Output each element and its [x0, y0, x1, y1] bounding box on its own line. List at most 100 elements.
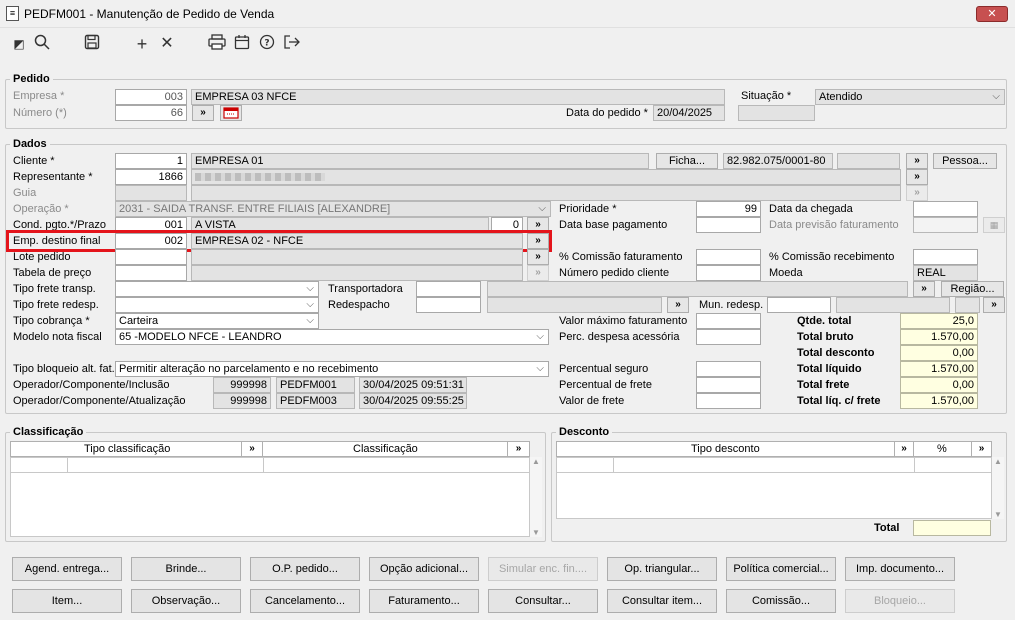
mun-redesp-search-button[interactable]: »	[983, 297, 1005, 313]
mun-redesp-label: Mun. redesp.	[699, 299, 764, 311]
guia-search-button[interactable]: »	[906, 185, 928, 201]
pessoa-button[interactable]: Pessoa...	[933, 153, 997, 169]
search-icon[interactable]	[31, 34, 53, 54]
emp-destino-code-input[interactable]: 002	[115, 233, 187, 249]
data-prev-calendar-button[interactable]: ▦	[983, 217, 1005, 233]
classificacao-col1-more-button[interactable]: »	[241, 441, 263, 457]
add-icon[interactable]: +	[131, 34, 153, 54]
numero-label: Número (*)	[13, 107, 67, 119]
print-icon[interactable]	[206, 34, 228, 54]
op-triangular-button[interactable]: Op. triangular...	[607, 557, 717, 581]
desconto-col1-more-button[interactable]: »	[894, 441, 914, 457]
op-pedido-button[interactable]: O.P. pedido...	[250, 557, 360, 581]
modelo-nf-select[interactable]: 65 -MODELO NFCE - LEANDRO ⌵	[115, 329, 549, 345]
classificacao-scrollbar[interactable]: ▲ ▼	[530, 457, 542, 537]
prioridade-input[interactable]: 99	[696, 201, 761, 217]
desconto-total-field	[913, 520, 991, 536]
observacao-button[interactable]: Observação...	[131, 589, 241, 613]
calendar-button[interactable]	[220, 105, 242, 121]
redespacho-input[interactable]	[416, 297, 481, 313]
numero-input[interactable]: 66	[115, 105, 187, 121]
desconto-grid-body[interactable]	[556, 473, 992, 519]
empresa-code-input[interactable]: 003	[115, 89, 187, 105]
table-row[interactable]	[10, 457, 530, 473]
desconto-col2-more-button[interactable]: »	[971, 441, 992, 457]
imp-documento-button[interactable]: Imp. documento...	[845, 557, 955, 581]
transportadora-search-button[interactable]: »	[913, 281, 935, 297]
lote-pedido-input[interactable]	[115, 249, 187, 265]
data-chegada-input[interactable]	[913, 201, 978, 217]
calendar-icon[interactable]	[231, 34, 253, 54]
comissao-rec-input[interactable]	[913, 249, 978, 265]
classificacao-col2-more-button[interactable]: »	[507, 441, 530, 457]
chevron-down-icon: ⌵	[536, 363, 544, 374]
num-pedido-cliente-input[interactable]	[696, 265, 761, 281]
opcao-adicional-button[interactable]: Opção adicional...	[369, 557, 479, 581]
total-liquido-label: Total líquido	[797, 363, 862, 375]
comissao-fat-input[interactable]	[696, 249, 761, 265]
lote-search-button[interactable]: »	[527, 249, 549, 265]
frete-redesp-select[interactable]: ⌵	[115, 297, 319, 313]
num-pedido-cliente-label: Número pedido cliente	[559, 267, 670, 279]
emp-destino-search-button[interactable]: »	[527, 233, 549, 249]
tabela-preco-input[interactable]	[115, 265, 187, 281]
chevron-down-icon: ⌵	[538, 203, 546, 214]
col-tipo-desconto[interactable]: Tipo desconto	[691, 443, 760, 455]
tabela-search-button[interactable]: »	[527, 265, 549, 281]
agend-entrega-button[interactable]: Agend. entrega...	[12, 557, 122, 581]
desconto-scrollbar[interactable]: ▲ ▼	[992, 457, 1004, 519]
bloqueio-select[interactable]: Permitir alteração no parcelamento e no …	[115, 361, 549, 377]
faturamento-button[interactable]: Faturamento...	[369, 589, 479, 613]
perc-frete-input[interactable]	[696, 377, 761, 393]
svg-text:?: ?	[264, 39, 269, 49]
perc-despesa-input[interactable]	[696, 329, 761, 345]
representante-search-button[interactable]: »	[906, 169, 928, 185]
cobranca-select[interactable]: Carteira ⌵	[115, 313, 319, 329]
redespacho-search-button[interactable]: »	[667, 297, 689, 313]
cliente-extra-field	[837, 153, 900, 169]
data-base-input[interactable]	[696, 217, 761, 233]
numero-search-button[interactable]: »	[192, 105, 214, 121]
desconto-title: Desconto	[556, 426, 613, 438]
mun-redesp-input[interactable]	[767, 297, 831, 313]
item-button[interactable]: Item...	[12, 589, 122, 613]
guia-label: Guia	[13, 187, 37, 199]
guia-code-input[interactable]	[115, 185, 187, 201]
delete-icon[interactable]: ✕	[156, 34, 178, 54]
transportadora-input[interactable]	[416, 281, 481, 297]
politica-comercial-button[interactable]: Política comercial...	[726, 557, 836, 581]
help-icon[interactable]: ?	[256, 34, 278, 54]
valor-max-input[interactable]	[696, 313, 761, 329]
table-row[interactable]	[556, 457, 992, 473]
consultar-item-button[interactable]: Consultar item...	[607, 589, 717, 613]
brinde-button[interactable]: Brinde...	[131, 557, 241, 581]
representante-code-input[interactable]: 1866	[115, 169, 187, 185]
simular-enc-fin-button[interactable]: Simular enc. fin....	[488, 557, 598, 581]
col-tipo-classificacao[interactable]: Tipo classificação	[84, 443, 170, 455]
save-icon[interactable]	[81, 34, 103, 54]
perc-seguro-input[interactable]	[696, 361, 761, 377]
col-percentual[interactable]: %	[937, 443, 947, 455]
comissao-button[interactable]: Comissão...	[726, 589, 836, 613]
frete-transp-select[interactable]: ⌵	[115, 281, 319, 297]
operacao-select[interactable]: 2031 - SAIDA TRANSF. ENTRE FILIAIS [ALEX…	[115, 201, 551, 217]
perc-seguro-label: Percentual seguro	[559, 363, 649, 375]
exit-icon[interactable]	[281, 34, 303, 54]
consultar-button[interactable]: Consultar...	[488, 589, 598, 613]
emp-destino-label: Emp. destino final	[13, 235, 101, 247]
close-button[interactable]: ✕	[976, 6, 1008, 22]
cancelamento-button[interactable]: Cancelamento...	[250, 589, 360, 613]
situacao-select[interactable]: Atendido ⌵	[815, 89, 1005, 105]
ficha-button[interactable]: Ficha...	[656, 153, 718, 169]
data-prev-input[interactable]	[913, 217, 978, 233]
regiao-button[interactable]: Região...	[941, 281, 1004, 297]
pointer-icon[interactable]: ◩	[8, 34, 30, 54]
bloqueio-button[interactable]: Bloqueio...	[845, 589, 955, 613]
cliente-code-input[interactable]: 1	[115, 153, 187, 169]
cliente-search-button[interactable]: »	[906, 153, 928, 169]
moeda-field: REAL	[913, 265, 978, 281]
classificacao-grid-body[interactable]	[10, 473, 530, 537]
col-classificacao[interactable]: Classificação	[353, 443, 418, 455]
valor-frete-input[interactable]	[696, 393, 761, 409]
redespacho-label: Redespacho	[328, 299, 390, 311]
